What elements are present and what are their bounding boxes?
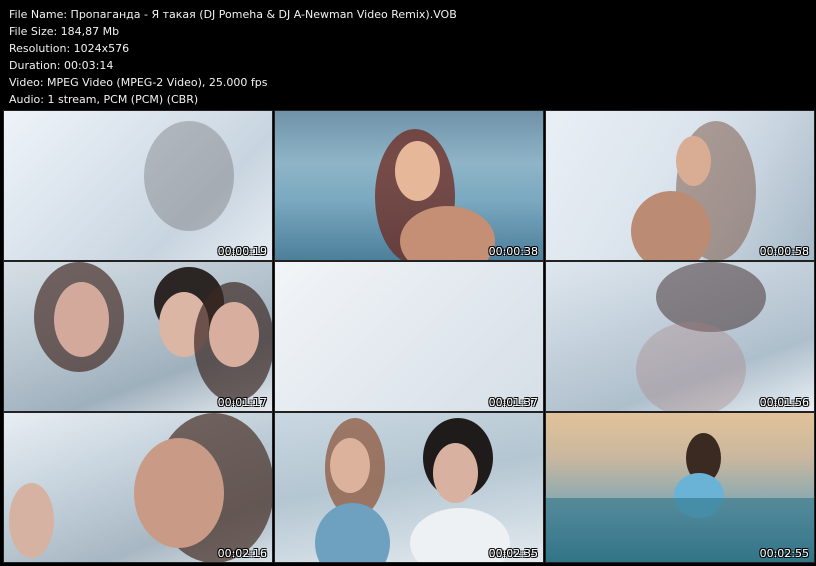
duration-line: Duration: 00:03:14	[9, 59, 114, 72]
video-frame-thumbnail: 00:00:58	[545, 110, 815, 261]
audio-line: Audio: 1 stream, PCM (PCM) (CBR)	[9, 93, 199, 106]
video-frame-thumbnail: 00:02:35	[274, 412, 544, 563]
video-frame-thumbnail: 00:00:19	[3, 110, 273, 261]
video-frame-thumbnail: 00:00:38	[274, 110, 544, 261]
video-frame-thumbnail: 00:01:56	[545, 261, 815, 412]
thumbnail-grid: 00:00:19 00:00:38 00:00:58 00:01:17 00:0…	[3, 110, 815, 563]
video-frame-thumbnail: 00:02:55	[545, 412, 815, 563]
timestamp: 00:02:35	[488, 547, 538, 560]
video-frame-thumbnail: 00:02:16	[3, 412, 273, 563]
video-frame-thumbnail: 00:01:37	[274, 261, 544, 412]
file-size-line: File Size: 184,87 Mb	[9, 25, 120, 38]
timestamp: 00:02:55	[759, 547, 809, 560]
file-info: File Name: Пропаганда - Я такая (DJ Pome…	[9, 6, 457, 108]
video-line: Video: MPEG Video (MPEG-2 Video), 25.000…	[9, 76, 268, 89]
timestamp: 00:02:16	[217, 547, 267, 560]
timestamp: 00:01:56	[759, 396, 809, 409]
video-frame-thumbnail: 00:01:17	[3, 261, 273, 412]
file-name-line: File Name: Пропаганда - Я такая (DJ Pome…	[9, 8, 457, 21]
timestamp: 00:00:19	[217, 245, 267, 258]
resolution-line: Resolution: 1024x576	[9, 42, 130, 55]
timestamp: 00:00:38	[488, 245, 538, 258]
timestamp: 00:01:17	[217, 396, 267, 409]
timestamp: 00:01:37	[488, 396, 538, 409]
timestamp: 00:00:58	[759, 245, 809, 258]
